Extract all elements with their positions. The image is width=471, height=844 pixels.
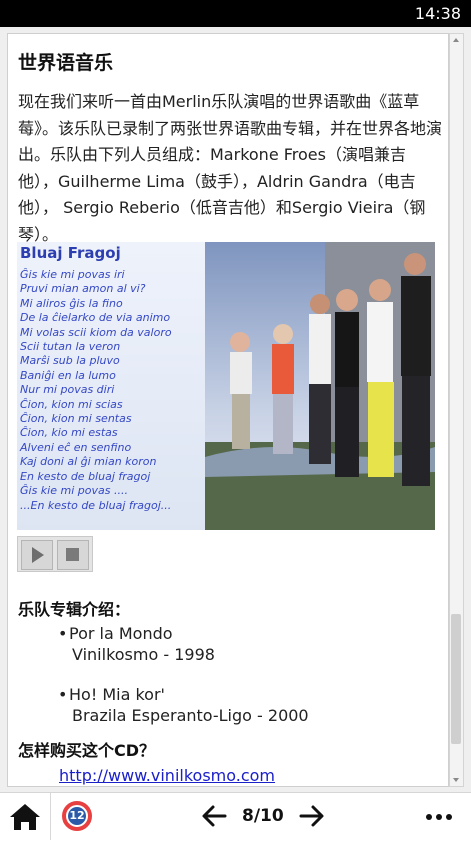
play-button[interactable] — [21, 540, 53, 570]
lyrics-line: Ĝis kie mi povas iri — [20, 268, 125, 281]
next-page-button[interactable] — [297, 801, 327, 831]
bottom-navigation-bar: 12 8/10 — [0, 792, 471, 840]
article-card: 世界语音乐 现在我们来听一首由Merlin乐队演唱的世界语歌曲《蓝草莓》。该乐队… — [7, 33, 449, 787]
album-label: Brazila Esperanto-Ligo - 2000 — [72, 706, 309, 725]
previous-page-button[interactable] — [199, 801, 229, 831]
lyrics-line: Ĝis kie mi povas .... — [20, 484, 128, 498]
bullet: • — [58, 624, 68, 643]
article-title: 世界语音乐 — [18, 52, 114, 74]
audio-player — [17, 536, 93, 572]
lyrics-line: Baniĝi en la lumo — [20, 368, 116, 382]
albums-heading: 乐队专辑介绍： — [18, 600, 131, 619]
buy-heading: 怎样购买这个CD？ — [18, 741, 156, 760]
stop-button[interactable] — [57, 540, 89, 570]
lyrics-line: Mi aliros ĝis la fino — [20, 296, 123, 310]
article-intro: 现在我们来听一首由Merlin乐队演唱的世界语歌曲《蓝草莓》。该乐队已录制了两张… — [18, 92, 443, 244]
more-options-button[interactable] — [424, 801, 454, 831]
lyrics-line: ...En kesto de bluaj fragoj... — [20, 498, 172, 512]
lyrics-line: Kaj doni al ĝi mian koron — [20, 455, 157, 469]
nav-divider — [50, 793, 51, 840]
page-indicator: 8/10 — [242, 806, 284, 826]
vertical-scrollbar[interactable] — [449, 33, 464, 787]
lyrics-line: Alveni eĉ en senfino — [20, 440, 132, 454]
lyrics-line: Scii tutan la veron — [20, 340, 121, 354]
lyrics-line: Pruvi mian amon al vi? — [20, 282, 146, 296]
badge-button[interactable]: 12 — [62, 801, 92, 831]
status-time: 14:38 — [414, 4, 461, 23]
content-area: 世界语音乐 现在我们来听一首由Merlin乐队演唱的世界语歌曲《蓝草莓》。该乐队… — [0, 27, 471, 792]
scrollbar-thumb[interactable] — [451, 614, 461, 744]
lyrics-title: Bluaj Fragoj — [20, 244, 121, 262]
album-name: Por la Mondo — [69, 624, 173, 643]
more-icon — [426, 814, 452, 820]
arrow-right-icon — [299, 805, 324, 827]
arrow-left-icon — [202, 805, 227, 827]
bullet: • — [58, 685, 68, 704]
play-icon — [32, 547, 44, 563]
home-icon — [10, 804, 40, 830]
lyrics-line: Ĉion, kion mi sentas — [20, 412, 132, 426]
lyrics-line: Marŝi sub la pluvo — [20, 354, 120, 368]
lyrics-lines: Ĝis kie mi povas iri Pruvi mian amon al … — [20, 268, 172, 513]
lyrics-line: Mi volas scii kiom da valoro — [20, 325, 172, 339]
stop-icon — [66, 548, 79, 561]
scroll-down-arrow-icon[interactable] — [450, 774, 463, 786]
lyrics-line: Ĉion, kio mi estas — [20, 426, 118, 440]
lyrics-line: Ĉion, kion mi scias — [20, 397, 123, 411]
album-label: Vinilkosmo - 1998 — [72, 645, 215, 664]
lyrics-line: Nur mi povas diri — [20, 383, 115, 397]
band-photo — [205, 242, 435, 530]
badge-icon: 12 — [68, 807, 86, 825]
home-button[interactable] — [0, 793, 50, 840]
status-bar: 14:38 — [0, 0, 471, 27]
vinilkosmo-link[interactable]: http://www.vinilkosmo.com — [59, 766, 275, 785]
scroll-up-arrow-icon[interactable] — [450, 34, 463, 46]
lyrics-line: De la ĉielarko de via animo — [20, 311, 171, 325]
album-lyrics-image: Bluaj Fragoj Ĝis kie mi povas iri Pruvi … — [17, 242, 435, 530]
lyrics-line: En kesto de bluaj fragoj — [20, 469, 151, 483]
album-name: Ho! Mia kor' — [69, 685, 165, 704]
lyrics-panel: Bluaj Fragoj Ĝis kie mi povas iri Pruvi … — [17, 242, 205, 530]
